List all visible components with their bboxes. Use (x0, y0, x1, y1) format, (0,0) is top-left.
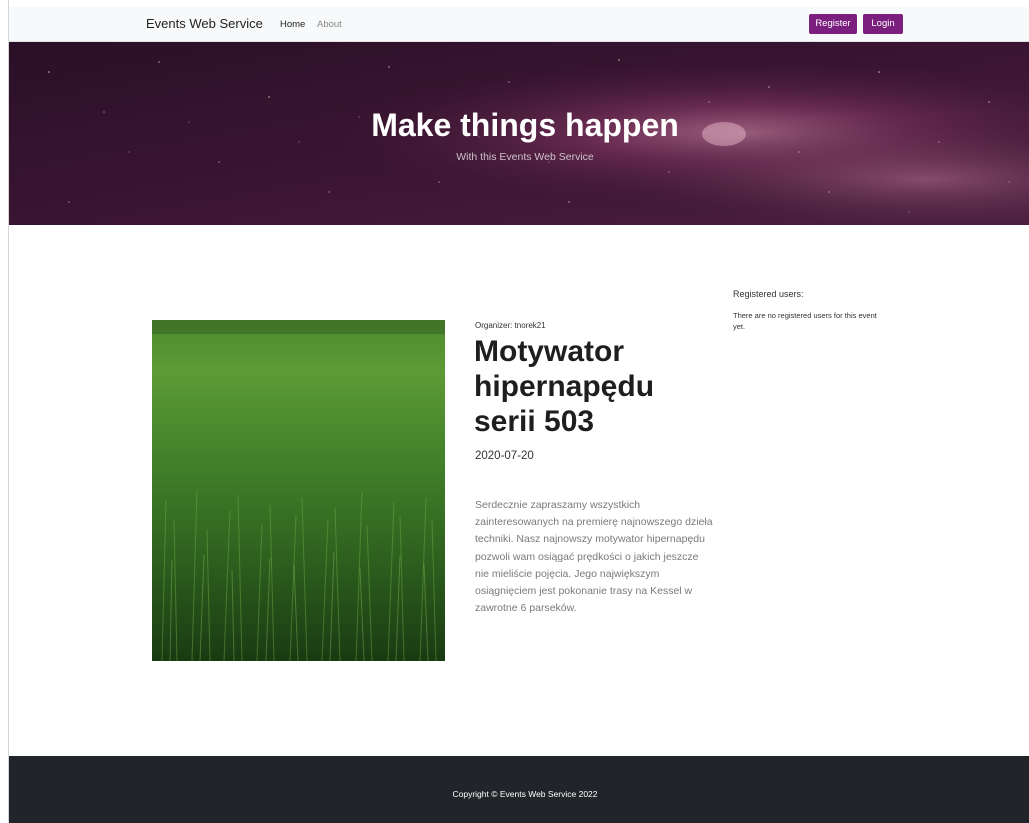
nav-link-home[interactable]: Home (280, 19, 305, 30)
footer-copyright: Copyright © Events Web Service 2022 (452, 789, 598, 799)
register-button[interactable]: Register (809, 14, 857, 34)
registered-users-heading: Registered users: (733, 289, 804, 299)
event-description: Serdecznie zapraszamy wszystkich zainter… (475, 499, 713, 615)
event-title: Motywator hipernapędu serii 503 (474, 335, 655, 438)
event-organizer: Organizer: tnorek21 (475, 321, 546, 330)
registered-users-empty-message: There are no registered users for this e… (733, 311, 877, 331)
navbar: Events Web Service Home About Register L… (9, 7, 1029, 42)
hero-banner: Make things happen With this Events Web … (9, 42, 1029, 225)
footer: Copyright © Events Web Service 2022 (9, 756, 1029, 823)
brand-link[interactable]: Events Web Service (146, 16, 263, 31)
hero-title: Make things happen (371, 107, 679, 143)
page: Events Web Service Home About Register L… (0, 0, 1029, 823)
event-image (152, 320, 445, 661)
hero-subtitle: With this Events Web Service (456, 151, 594, 163)
event-date: 2020-07-20 (475, 450, 534, 462)
grass-field-image (152, 320, 445, 661)
nav-link-about[interactable]: About (317, 19, 342, 30)
login-button[interactable]: Login (863, 14, 903, 34)
